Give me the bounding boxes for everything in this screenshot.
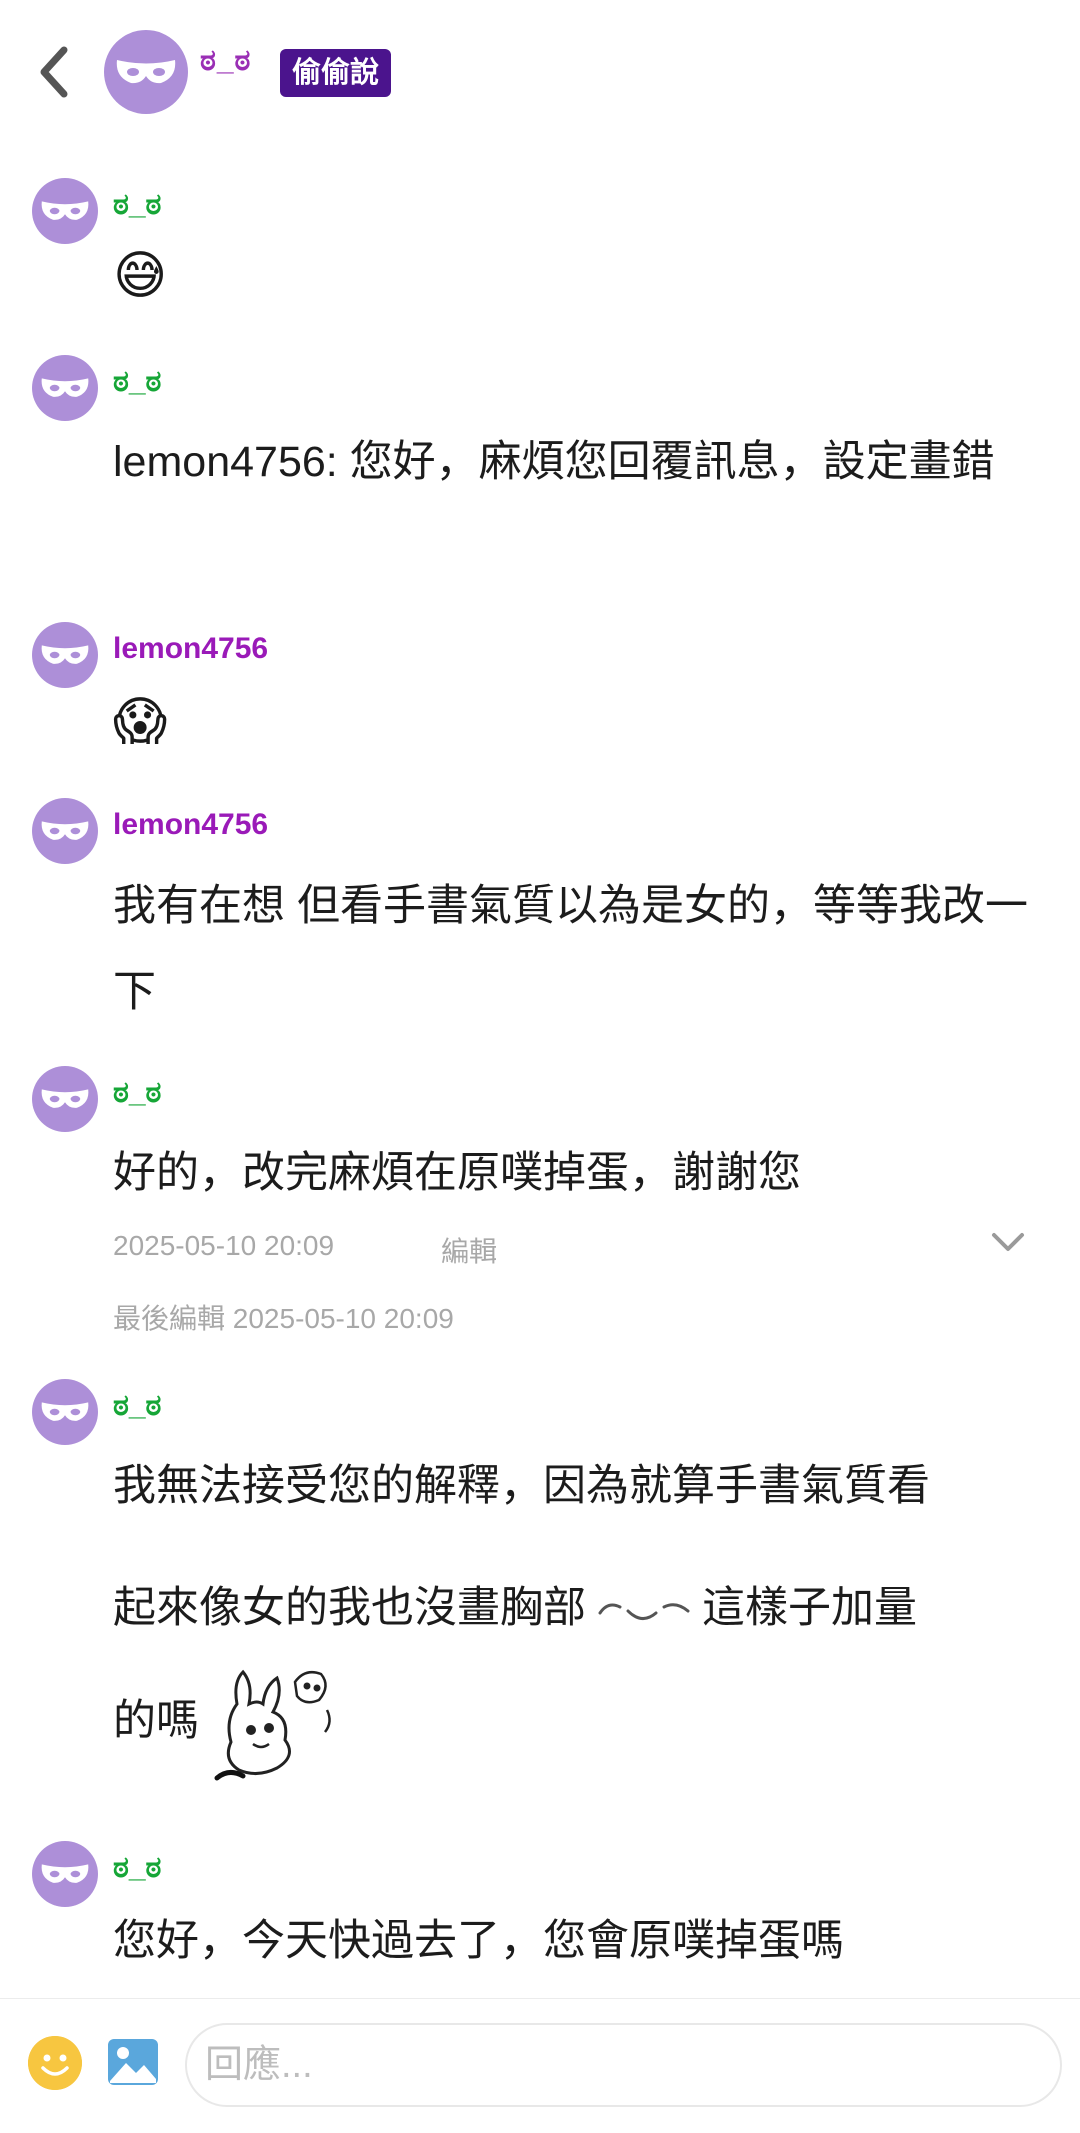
smirk-emoticon-icon [598, 1602, 690, 1620]
message-text: 您好，今天快過去了，您會原噗掉蛋嗎 [113, 1917, 844, 1965]
message-author[interactable]: ಠ_ಠ [113, 1389, 161, 1423]
message-timestamp: 2025-05-10 20:09 [113, 1230, 335, 1261]
mask-icon [41, 378, 89, 397]
mask-icon [41, 645, 89, 664]
avatar[interactable] [32, 355, 98, 421]
avatar[interactable] [32, 178, 98, 244]
message-author[interactable]: lemon4756 [113, 632, 268, 666]
message-emoji: 😅 [113, 246, 168, 306]
message-author[interactable]: ಠ_ಠ [113, 1851, 161, 1885]
message-text-segment: 的嗎 [113, 1697, 199, 1745]
smiley-icon[interactable] [28, 2036, 82, 2090]
back-button[interactable] [28, 42, 78, 102]
reply-input[interactable] [205, 2025, 1025, 2105]
message-text: lemon4756: 您好，麻煩您回覆訊息，設定畫錯 [113, 438, 995, 486]
chevron-down-icon[interactable] [988, 1227, 1028, 1257]
reply-box[interactable] [185, 2023, 1062, 2107]
mask-icon [41, 1864, 89, 1883]
message-author[interactable]: lemon4756 [113, 808, 268, 842]
avatar[interactable] [32, 798, 98, 864]
rabbit-sticker-icon [214, 1669, 331, 1781]
reply-composer [0, 1998, 1080, 2133]
message-text-segment: 這樣子加量 [702, 1584, 917, 1632]
back-arrow-icon [40, 46, 68, 98]
message-text: 好的，改完麻煩在原噗掉蛋，謝謝您 [113, 1149, 801, 1197]
avatar[interactable] [32, 1379, 98, 1445]
avatar[interactable] [32, 1841, 98, 1907]
last-edited-label: 最後編輯 2025-05-10 20:09 [113, 1303, 454, 1334]
chat-header: ಠ_ಠ 偷偷說 [0, 0, 1080, 150]
avatar[interactable] [32, 622, 98, 688]
message-text-line: 的嗎 [113, 1660, 1043, 1784]
mask-icon [41, 201, 89, 220]
mask-icon [41, 1089, 89, 1108]
header-avatar[interactable] [104, 30, 188, 114]
avatar[interactable] [32, 1066, 98, 1132]
message-text-line: 起來像女的我也沒畫胸部 這樣子加量 [113, 1565, 1043, 1651]
anonymous-badge: 偷偷說 [280, 49, 392, 97]
photo-icon[interactable] [106, 2037, 160, 2087]
message-author[interactable]: ಠ_ಠ [113, 365, 161, 399]
message-text: 我有在想 但看手書氣質以為是女的，等等我改一下 [113, 882, 1028, 1016]
edit-link[interactable]: 編輯 [441, 1230, 497, 1270]
message-text-segment: 起來像女的我也沒畫胸部 [113, 1584, 586, 1632]
mask-icon [41, 1402, 89, 1421]
mask-icon [41, 821, 89, 840]
message-author[interactable]: ಠ_ಠ [113, 1076, 161, 1110]
message-text-line: 我無法接受您的解釋，因為就算手書氣質看 [113, 1462, 930, 1510]
message-author[interactable]: ಠ_ಠ [113, 188, 161, 222]
header-username[interactable]: ಠ_ಠ [200, 44, 251, 78]
mask-icon [116, 60, 176, 84]
message-emoji: 😱 [113, 692, 168, 752]
